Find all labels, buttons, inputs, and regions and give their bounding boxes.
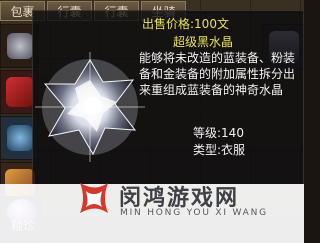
site-logo-icon bbox=[80, 183, 108, 213]
item-icon bbox=[7, 125, 33, 151]
price-row: 出售价格:100文 bbox=[142, 15, 229, 32]
level-row: 等级:140 bbox=[193, 124, 244, 141]
type-label: 类型: bbox=[193, 143, 222, 157]
black-crystal-icon bbox=[35, 52, 145, 162]
level-label: 等级: bbox=[193, 126, 222, 140]
type-value: 衣服 bbox=[221, 143, 246, 157]
item-icon bbox=[6, 77, 34, 107]
item-icon bbox=[7, 33, 33, 59]
watermark-subtitle: MIN HONG YOU XI WANG bbox=[120, 208, 268, 218]
type-row: 类型:衣服 bbox=[193, 141, 245, 158]
price-label: 出售价格: bbox=[142, 17, 195, 31]
item-description: 能够将未改造的蓝装备、粉装备和金装备的附加属性拆分出来重组成蓝装备的神奇水晶 bbox=[139, 51, 296, 97]
price-value: 100文 bbox=[194, 17, 229, 31]
level-value: 140 bbox=[221, 126, 244, 140]
item-name: 超级黑水晶 bbox=[173, 35, 234, 49]
